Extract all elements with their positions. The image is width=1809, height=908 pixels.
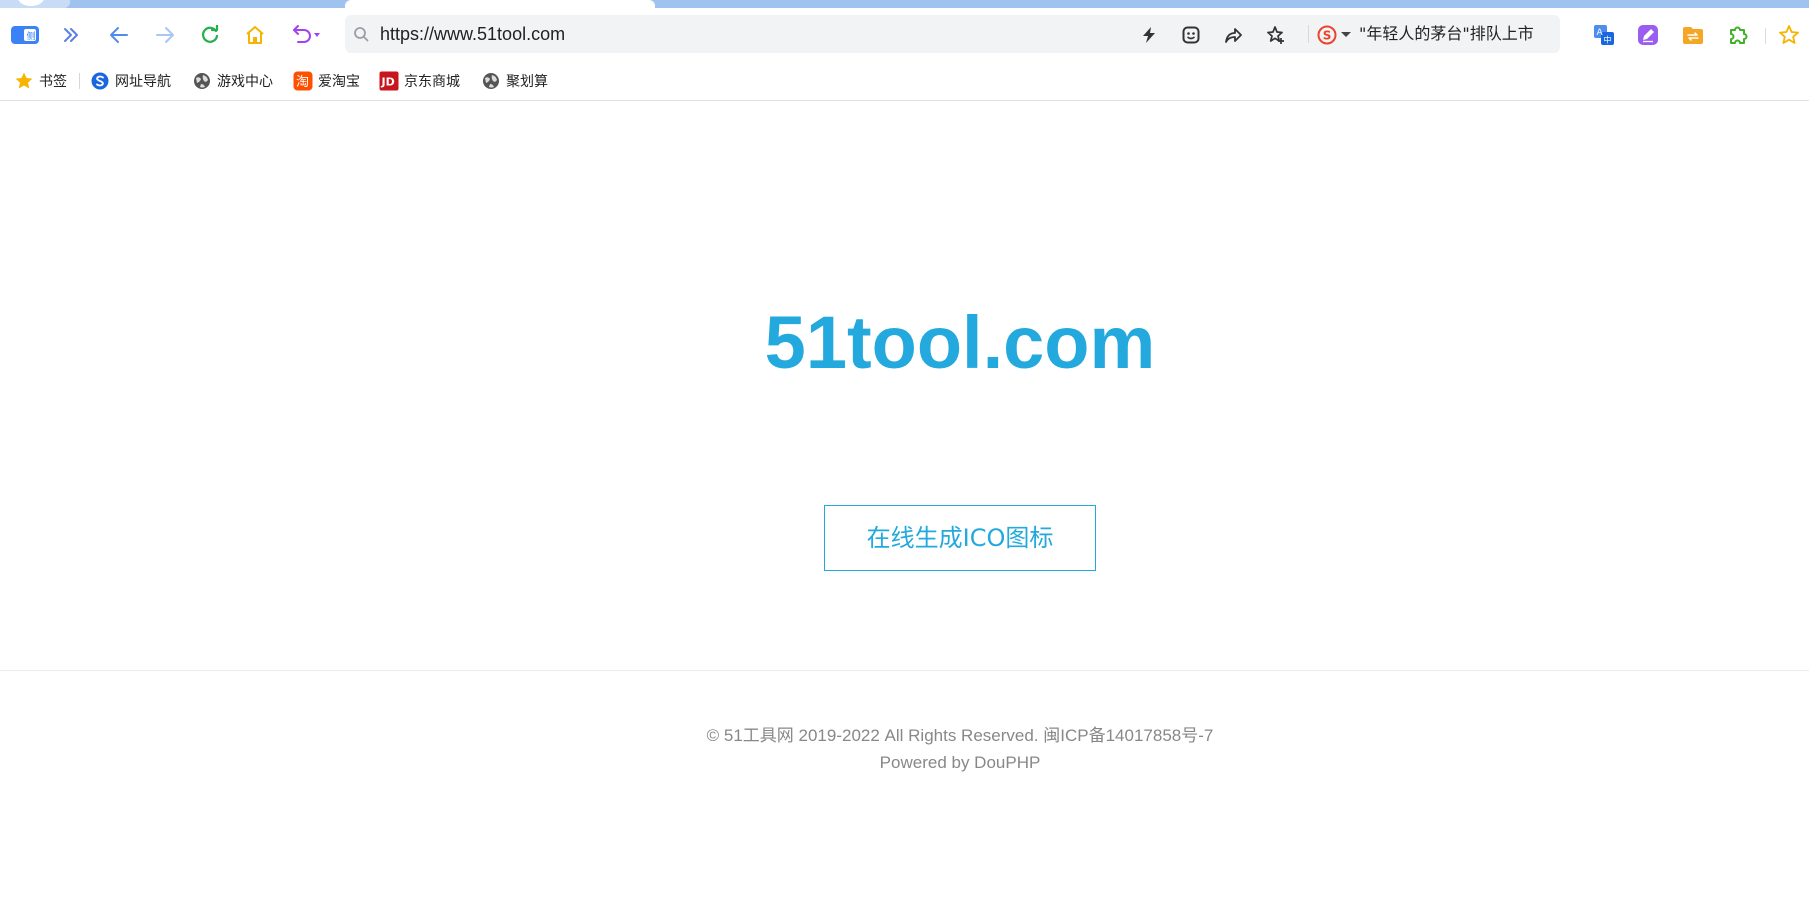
generate-ico-button[interactable]: 在线生成ICO图标 <box>824 505 1096 571</box>
favorites-star-icon[interactable] <box>1776 22 1802 48</box>
footer-divider <box>0 670 1809 671</box>
bookmarks-bar: 书签 网址导航 游戏中心 淘 爱淘宝 JD 京东商城 聚划算 <box>0 60 1809 101</box>
jd-icon: JD <box>379 71 399 91</box>
bookmark-label: 游戏中心 <box>217 74 273 90</box>
cta-container: 在线生成ICO图标 <box>824 505 1096 571</box>
browser-toolbar: 侧 https://www.51tool.com S "年轻人的茅台"排队上市 … <box>0 8 1809 60</box>
refresh-icon[interactable] <box>196 21 224 49</box>
bookmark-item-games[interactable]: 游戏中心 <box>192 70 273 92</box>
copyright-text: © 51工具网 2019-2022 All Rights Reserved. 闽… <box>706 726 1214 745</box>
search-icon <box>353 26 369 47</box>
forward-arrow-icon[interactable] <box>151 21 179 49</box>
bookmark-item-bookmarks[interactable]: 书签 <box>14 70 67 92</box>
back-arrow-icon[interactable] <box>105 21 133 49</box>
sidebar-toggle-icon[interactable]: 侧 <box>9 21 41 49</box>
tab-inactive[interactable] <box>0 0 70 8</box>
bookmark-label: 书签 <box>39 74 67 90</box>
bookmark-label: 网址导航 <box>115 74 171 90</box>
url-text[interactable]: https://www.51tool.com <box>380 15 565 53</box>
edit-pen-icon[interactable] <box>1635 22 1661 48</box>
svg-text:JD: JD <box>381 76 395 89</box>
globe-icon <box>481 71 501 91</box>
bookmark-item-taobao[interactable]: 淘 爱淘宝 <box>293 70 360 92</box>
powered-by: Powered by DouPHP <box>0 749 1809 776</box>
share-icon[interactable] <box>1222 24 1244 46</box>
caret-down-icon <box>1341 32 1351 37</box>
address-divider <box>1308 25 1309 43</box>
powered-by-prefix: Powered by <box>879 753 975 772</box>
footer: © 51工具网 2019-2022 All Rights Reserved. 闽… <box>0 722 1809 776</box>
bookmarks-divider <box>79 73 80 89</box>
site-title: 51tool.com <box>764 301 1156 384</box>
translate-icon[interactable]: A中 <box>1591 22 1617 48</box>
sogou-icon: S <box>1317 25 1337 45</box>
svg-text:S: S <box>1323 29 1332 43</box>
double-chevron-right-icon[interactable] <box>57 21 85 49</box>
tab-active[interactable] <box>345 0 655 8</box>
bookmark-label: 京东商城 <box>404 74 460 90</box>
svg-text:中: 中 <box>1604 35 1612 45</box>
taobao-icon: 淘 <box>293 71 313 91</box>
home-icon[interactable] <box>241 21 269 49</box>
svg-text:淘: 淘 <box>296 75 309 90</box>
bookmark-item-jd[interactable]: JD 京东商城 <box>379 70 460 92</box>
lightning-icon[interactable] <box>1138 24 1160 46</box>
bookmark-item-nav[interactable]: 网址导航 <box>90 70 171 92</box>
toolbar-divider <box>1765 28 1766 44</box>
tab-strip <box>0 0 1809 8</box>
tab-favicon <box>18 0 44 6</box>
douphp-link[interactable]: DouPHP <box>974 753 1040 772</box>
search-engine-selector[interactable]: S <box>1317 25 1352 45</box>
undo-close-tab-icon[interactable] <box>288 21 324 49</box>
bookmark-item-juhuasuan[interactable]: 聚划算 <box>481 70 548 92</box>
bookmark-label: 聚划算 <box>506 74 548 90</box>
bookmark-label: 爱淘宝 <box>318 74 360 90</box>
globe-icon <box>192 71 212 91</box>
svg-text:A: A <box>1597 28 1604 38</box>
bookmark-star-icon[interactable] <box>1265 24 1287 46</box>
star-icon <box>14 71 34 91</box>
extension-puzzle-icon[interactable] <box>1725 22 1751 48</box>
address-bar[interactable]: https://www.51tool.com S "年轻人的茅台"排队上市 <box>345 15 1560 53</box>
folder-sync-icon[interactable] <box>1680 22 1706 48</box>
news-headline[interactable]: "年轻人的茅台"排队上市 <box>1359 15 1534 53</box>
reader-mode-icon[interactable] <box>1180 24 1202 46</box>
sidebar-badge-text: 侧 <box>27 30 36 42</box>
sogou-nav-icon <box>90 71 110 91</box>
